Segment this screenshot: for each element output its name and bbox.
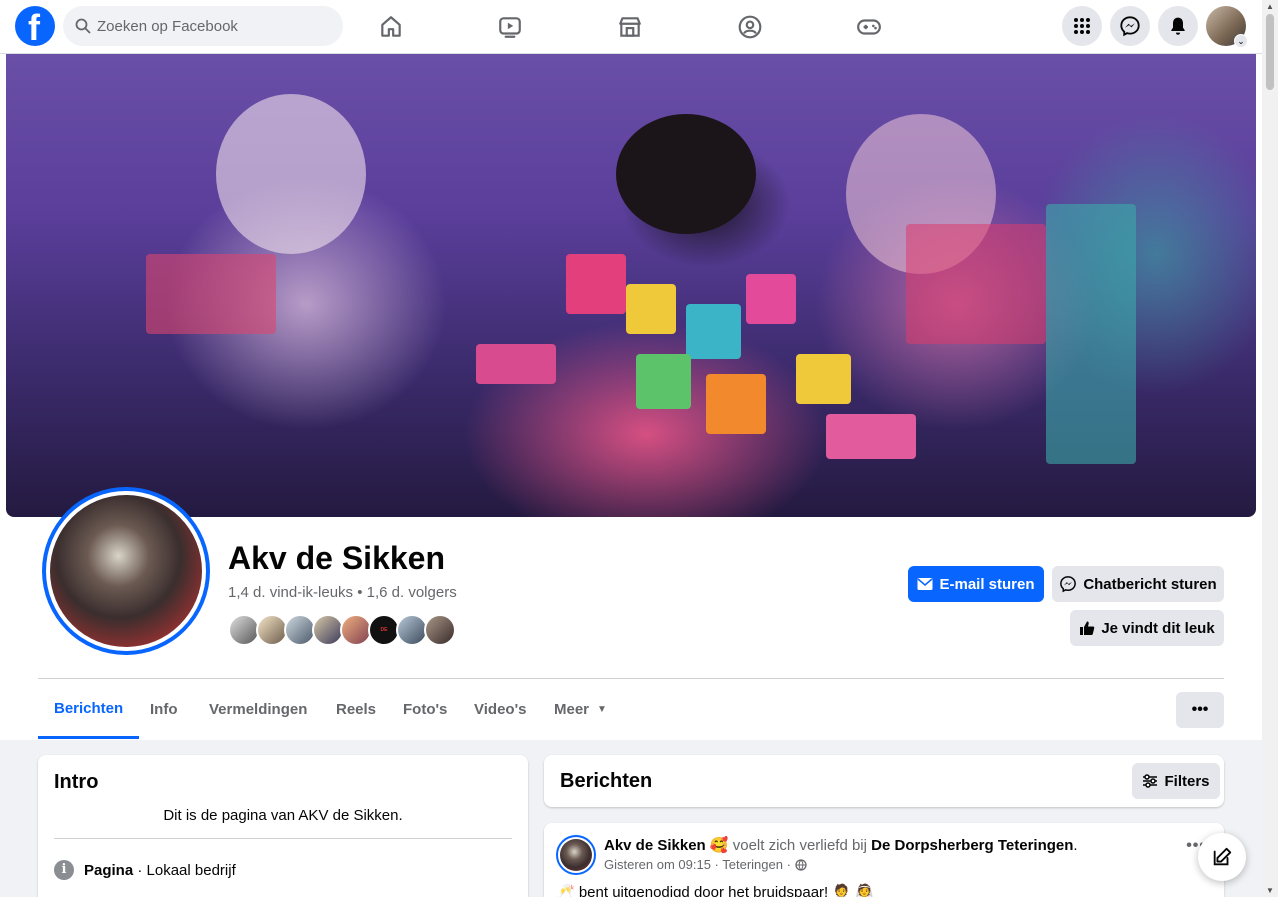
filters-label: Filters — [1164, 772, 1210, 790]
chat-button-label: Chatbericht sturen — [1083, 575, 1217, 593]
page-title: Akv de Sikken — [228, 540, 445, 576]
tab-fotos[interactable]: Foto's — [387, 680, 463, 738]
post-feeling: voelt zich verliefd bij — [732, 837, 867, 854]
chevron-down-icon[interactable]: ⌄ — [1234, 34, 1248, 48]
post-text: 🥂 bent uitgenodigd door het bruidspaar! … — [556, 884, 874, 897]
tab-label: Meer — [554, 700, 590, 718]
intro-card: Intro Dit is de pagina van AKV de Sikken… — [38, 755, 528, 897]
facebook-logo-letter: f — [28, 7, 40, 48]
home-icon[interactable] — [371, 8, 411, 46]
groups-icon[interactable] — [730, 8, 770, 46]
search-bar[interactable] — [63, 6, 343, 46]
intro-title: Intro — [54, 771, 99, 793]
post-feeling-emoji: 🥰 — [709, 837, 729, 854]
scroll-up-icon[interactable]: ▲ — [1266, 2, 1274, 11]
filter-sliders-icon — [1143, 774, 1158, 788]
tab-info[interactable]: Info — [134, 680, 194, 738]
email-button[interactable]: E-mail sturen — [908, 566, 1044, 602]
messenger-icon[interactable] — [1110, 6, 1150, 46]
post-header: Akv de Sikken 🥰 voelt zich verliefd bij … — [604, 837, 1078, 854]
profile-picture[interactable] — [42, 487, 210, 655]
top-navigation-bar: f ⌄ — [0, 0, 1262, 54]
new-message-button[interactable] — [1198, 833, 1246, 881]
info-icon: i — [54, 860, 74, 880]
posts-title: Berichten — [560, 770, 653, 792]
post-author[interactable]: Akv de Sikken — [604, 837, 706, 854]
post-timestamp[interactable]: Gisteren om 09:15 · Teteringen · — [604, 857, 791, 872]
tab-label: Vermeldingen — [209, 700, 308, 718]
more-dots-icon: ••• — [1191, 701, 1209, 718]
tab-videos[interactable]: Video's — [458, 680, 542, 738]
compose-icon — [1213, 847, 1232, 866]
posts-header-card: Berichten Filters — [544, 755, 1224, 807]
cover-photo[interactable] — [6, 54, 1256, 517]
intro-divider — [54, 838, 512, 839]
header-divider — [38, 678, 1224, 679]
account-avatar[interactable]: ⌄ — [1206, 6, 1248, 48]
intro-category-row: i Pagina · Lokaal bedrijf — [54, 860, 236, 880]
globe-icon — [795, 858, 807, 871]
filters-button[interactable]: Filters — [1132, 763, 1220, 799]
video-icon[interactable] — [490, 8, 530, 46]
envelope-icon — [917, 578, 933, 590]
tab-label: Info — [150, 700, 178, 718]
messenger-icon — [1060, 576, 1077, 593]
tab-label: Video's — [474, 700, 527, 718]
profile-image — [50, 495, 202, 647]
search-icon — [75, 18, 91, 34]
notifications-icon[interactable] — [1158, 6, 1198, 46]
fan-avatar-badge: DE LANTAA — [380, 627, 388, 633]
post-meta: Gisteren om 09:15 · Teteringen · — [604, 857, 807, 872]
thumbs-up-icon — [1080, 621, 1095, 635]
caret-down-icon: ▼ — [597, 703, 607, 715]
menu-grid-icon[interactable] — [1062, 6, 1102, 46]
tab-berichten[interactable]: Berichten — [38, 680, 140, 739]
post-place[interactable]: De Dorpsherberg Teteringen — [871, 837, 1073, 854]
scrollbar-thumb[interactable] — [1266, 14, 1274, 90]
post-card: Akv de Sikken 🥰 voelt zich verliefd bij … — [544, 823, 1224, 897]
intro-category-value: · Lokaal bedrijf — [133, 861, 236, 879]
more-options-button[interactable]: ••• — [1176, 692, 1224, 728]
scroll-down-icon[interactable]: ▼ — [1266, 886, 1274, 895]
chat-button[interactable]: Chatbericht sturen — [1052, 566, 1224, 602]
tab-meer[interactable]: Meer ▼ — [538, 680, 623, 738]
marketplace-icon[interactable] — [610, 8, 650, 46]
intro-category-label: Pagina — [84, 861, 134, 879]
facebook-logo[interactable]: f — [15, 6, 55, 48]
tab-reels[interactable]: Reels — [320, 680, 392, 738]
tab-label: Berichten — [54, 699, 124, 717]
tab-vermeldingen[interactable]: Vermeldingen — [193, 680, 323, 738]
like-page-button[interactable]: Je vindt dit leuk — [1070, 610, 1224, 646]
page-scrollbar[interactable]: ▲ ▼ — [1262, 0, 1278, 897]
intro-description: Dit is de pagina van AKV de Sikken. — [163, 807, 403, 824]
post-author-avatar[interactable] — [556, 835, 596, 875]
page-stats[interactable]: 1,4 d. vind-ik-leuks • 1,6 d. volgers — [228, 584, 457, 601]
tab-label: Foto's — [403, 700, 448, 718]
search-input[interactable] — [97, 6, 332, 46]
gaming-icon[interactable] — [849, 8, 889, 46]
email-button-label: E-mail sturen — [939, 575, 1035, 593]
fan-avatar[interactable] — [424, 614, 456, 646]
like-button-label: Je vindt dit leuk — [1101, 619, 1215, 637]
tab-label: Reels — [336, 700, 377, 718]
